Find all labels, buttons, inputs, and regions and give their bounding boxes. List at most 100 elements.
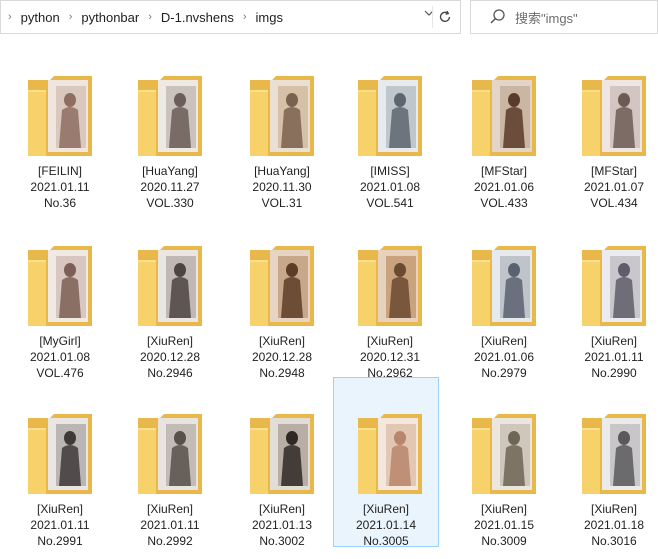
folder-item[interactable]: [XiuRen] 2020.12.31 No.2962 [338, 222, 442, 382]
search-icon [490, 9, 505, 24]
folder-item[interactable]: [XiuRen] 2021.01.13 No.3002 [230, 390, 334, 550]
folder-item[interactable]: [XiuRen] 2021.01.11 No.2992 [118, 390, 222, 550]
folder-label-date: 2021.01.06 [473, 180, 535, 194]
breadcrumb-imgs[interactable]: imgs [254, 10, 285, 25]
folder-label-volume: No.3009 [481, 534, 527, 548]
folder-label-source: [XiuRen] [590, 502, 638, 516]
folder-item[interactable]: [MFStar] 2021.01.06 VOL.433 [452, 52, 556, 212]
folder-item[interactable]: [HuaYang] 2020.11.30 VOL.31 [230, 52, 334, 212]
folder-label-volume: VOL.31 [261, 196, 303, 210]
folder-label-volume: No.2991 [37, 534, 83, 548]
folder-icon [28, 414, 92, 494]
folder-label-volume: No.3016 [591, 534, 637, 548]
folder-label-date: 2020.11.30 [252, 180, 312, 194]
folder-icon [138, 414, 202, 494]
folder-label-source: [HuaYang] [254, 164, 310, 178]
folder-label-source: [XiuRen] [362, 502, 410, 516]
folder-icon [138, 246, 202, 326]
folder-icon [250, 414, 314, 494]
folder-icon [138, 76, 202, 156]
folder-label-volume: VOL.476 [36, 366, 84, 380]
folder-label-source: [XiuRen] [146, 502, 194, 516]
folder-item[interactable]: [MyGirl] 2021.01.08 VOL.476 [8, 222, 112, 382]
breadcrumb-d1-nvshens[interactable]: D-1.nvshens [159, 10, 236, 25]
folder-label-source: [XiuRen] [258, 334, 306, 348]
folder-label-volume: No.3005 [363, 534, 409, 548]
folder-label-date: 2020.11.27 [140, 180, 200, 194]
folder-label-date: 2021.01.18 [583, 518, 645, 532]
folder-icon [28, 76, 92, 156]
folder-label-date: 2021.01.08 [359, 180, 421, 194]
folder-label-volume: No.2948 [259, 366, 305, 380]
folder-label-source: [MFStar] [590, 164, 637, 178]
folder-label-date: 2021.01.11 [30, 518, 90, 532]
folder-icon [472, 246, 536, 326]
folder-label-volume: No.3002 [259, 534, 305, 548]
folder-item[interactable]: [IMISS] 2021.01.08 VOL.541 [338, 52, 442, 212]
folder-label-date: 2021.01.07 [583, 180, 645, 194]
folder-item[interactable]: [XiuRen] 2021.01.15 No.3009 [452, 390, 556, 550]
folder-icon [472, 414, 536, 494]
folder-item[interactable]: [HuaYang] 2020.11.27 VOL.330 [118, 52, 222, 212]
folder-label-source: [XiuRen] [480, 502, 528, 516]
folder-icon [250, 76, 314, 156]
folder-icon [250, 246, 314, 326]
folder-item[interactable]: [XiuRen] 2021.01.11 No.2990 [562, 222, 658, 382]
refresh-icon [439, 10, 451, 22]
folder-label-date: 2021.01.13 [251, 518, 313, 532]
folder-label-date: 2021.01.11 [30, 180, 90, 194]
folder-label-volume: VOL.434 [590, 196, 638, 210]
folder-label-source: [FEILIN] [37, 164, 82, 178]
folder-label-date: 2021.01.11 [584, 350, 644, 364]
folder-label-volume: VOL.541 [366, 196, 414, 210]
folder-label-date: 2020.12.28 [251, 350, 313, 364]
folder-icon [28, 246, 92, 326]
chevron-right-icon: › [68, 11, 73, 23]
folder-label-date: 2021.01.15 [473, 518, 535, 532]
folder-item[interactable]: [XiuRen] 2020.12.28 No.2948 [230, 222, 334, 382]
folder-label-volume: No.2992 [147, 534, 193, 548]
folder-label-date: 2021.01.06 [473, 350, 535, 364]
folder-icon [358, 76, 422, 156]
folder-icon [582, 246, 646, 326]
folder-label-date: 2020.12.31 [359, 350, 421, 364]
folder-item[interactable]: [MFStar] 2021.01.07 VOL.434 [562, 52, 658, 212]
folder-label-source: [MFStar] [480, 164, 527, 178]
folder-label-date: 2021.01.08 [29, 350, 91, 364]
folder-label-volume: No.2946 [147, 366, 193, 380]
folder-label-volume: No.2979 [481, 366, 527, 380]
folder-label-volume: No.36 [43, 196, 77, 210]
folder-label-source: [XiuRen] [480, 334, 528, 348]
folder-item[interactable]: [XiuRen] 2020.12.28 No.2946 [118, 222, 222, 382]
refresh-button[interactable] [432, 6, 457, 28]
address-bar[interactable]: › python › pythonbar › D-1.nvshens › img… [0, 0, 461, 34]
folder-label-source: [XiuRen] [366, 334, 414, 348]
folder-icon [582, 414, 646, 494]
breadcrumb-python[interactable]: python [19, 10, 62, 25]
folder-label-source: [MyGirl] [39, 334, 81, 348]
folder-label-source: [XiuRen] [146, 334, 194, 348]
breadcrumb-pythonbar[interactable]: pythonbar [79, 10, 141, 25]
folder-item[interactable]: [XiuRen] 2021.01.11 No.2991 [8, 390, 112, 550]
folder-icon [358, 246, 422, 326]
file-grid: [FEILIN] 2021.01.11 No.36 [HuaYang] 2020.11.… [0, 34, 658, 559]
folder-label-date: 2020.12.28 [139, 350, 201, 364]
search-placeholder: 搜索"imgs" [515, 10, 578, 26]
search-box[interactable]: 搜索"imgs" [470, 0, 658, 34]
folder-label-source: [IMISS] [370, 164, 410, 178]
folder-item[interactable]: [XiuRen] 2021.01.18 No.3016 [562, 390, 658, 550]
folder-label-source: [XiuRen] [36, 502, 84, 516]
folder-label-date: 2021.01.14 [355, 518, 417, 532]
folder-label-volume: VOL.330 [146, 196, 194, 210]
folder-icon [472, 76, 536, 156]
chevron-right-icon: › [148, 11, 152, 23]
folder-item[interactable]: [XiuRen] 2021.01.06 No.2979 [452, 222, 556, 382]
folder-label-source: [XiuRen] [590, 334, 638, 348]
folder-label-source: [XiuRen] [258, 502, 306, 516]
chevron-right-icon: › [8, 11, 12, 23]
folder-item[interactable]: [XiuRen] 2021.01.14 No.3005 [333, 377, 439, 548]
folder-item[interactable]: [FEILIN] 2021.01.11 No.36 [8, 52, 112, 212]
folder-label-volume: No.2990 [591, 366, 637, 380]
folder-icon [358, 414, 422, 494]
folder-icon [582, 76, 646, 156]
